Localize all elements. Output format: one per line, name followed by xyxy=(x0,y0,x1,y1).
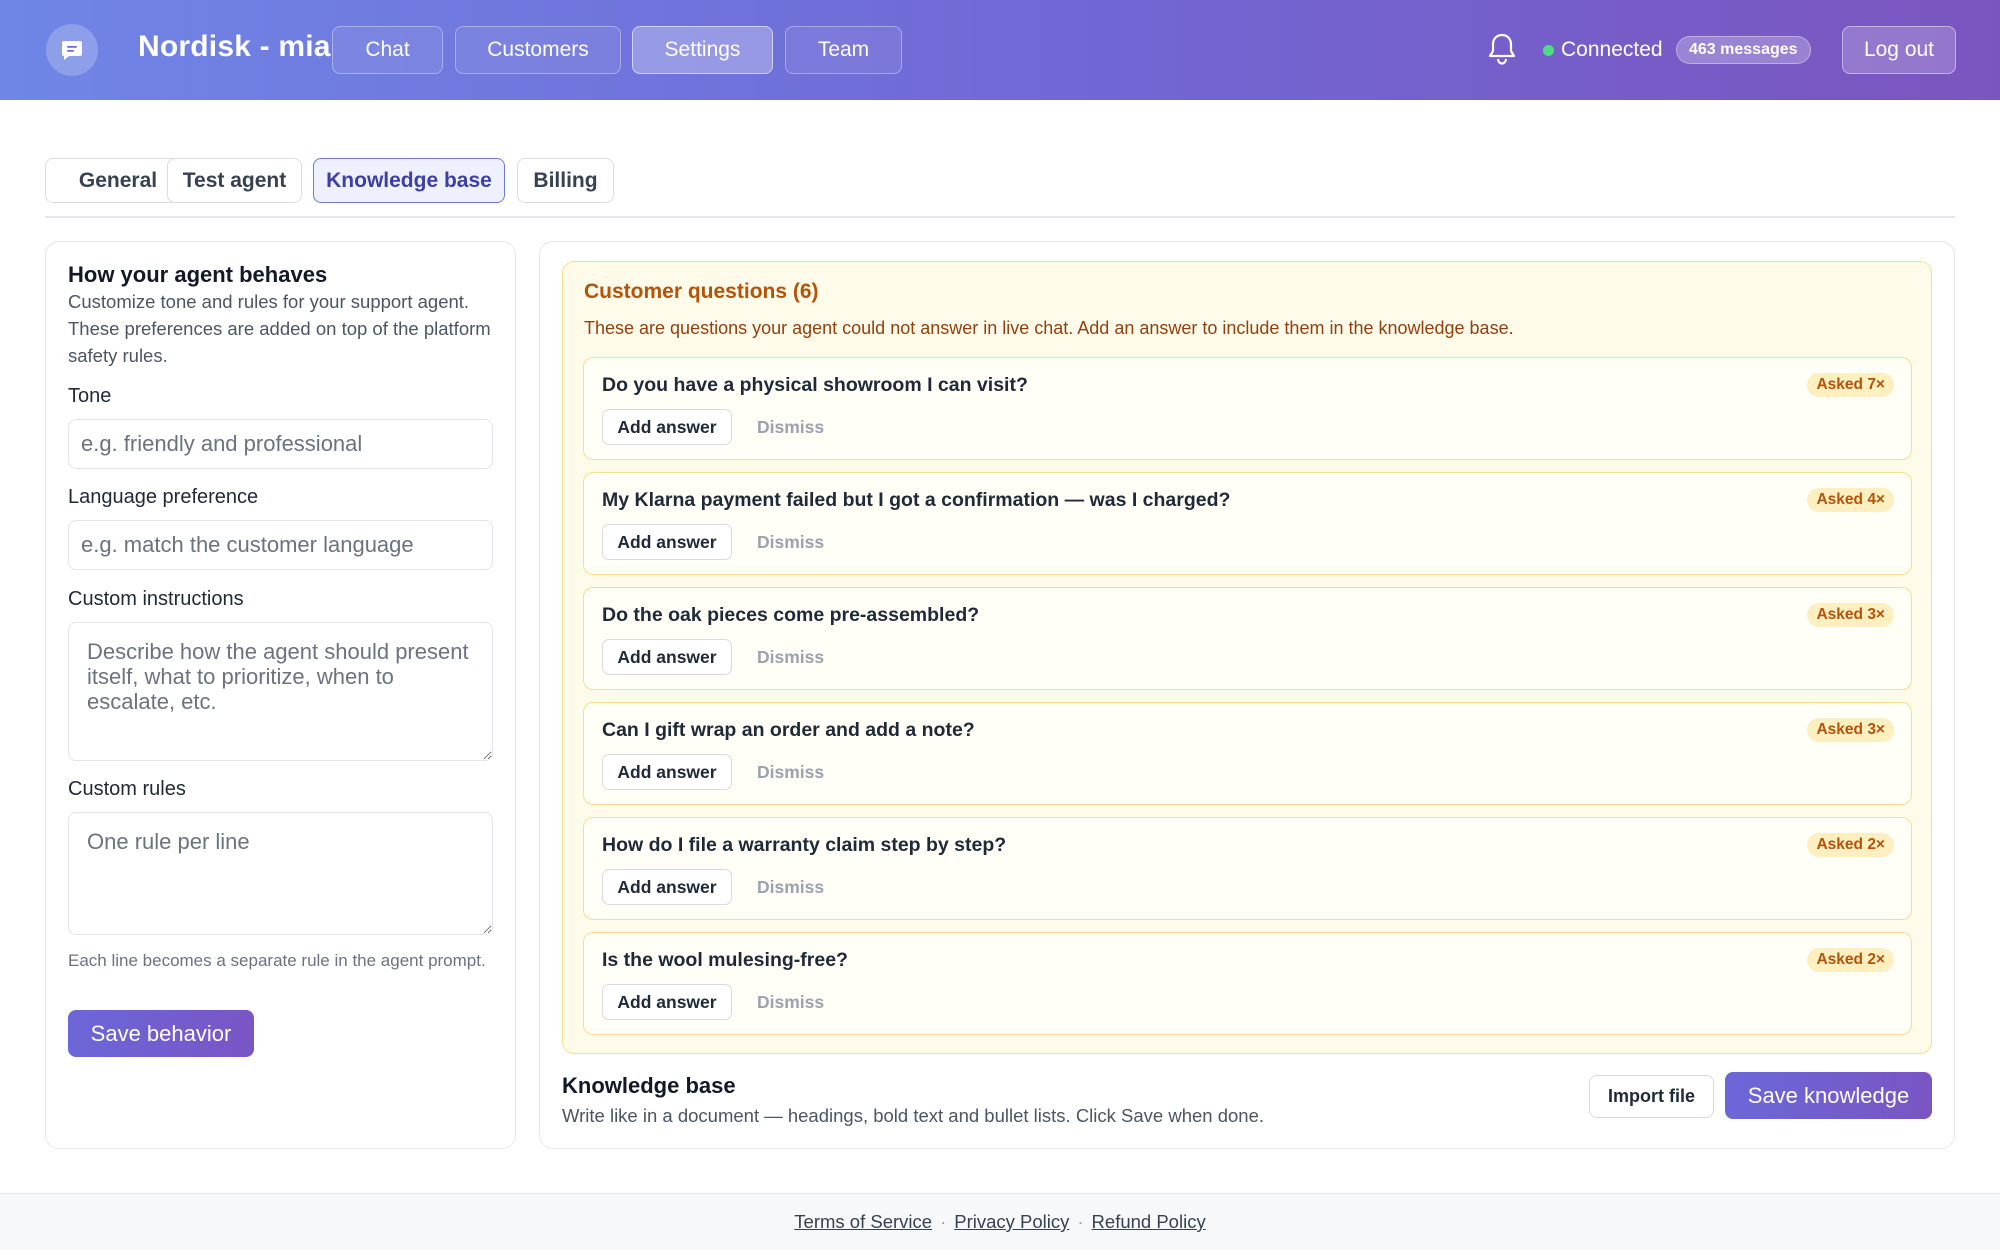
save-knowledge-button[interactable]: Save knowledge xyxy=(1725,1072,1932,1119)
add-answer-button[interactable]: Add answer xyxy=(602,409,732,445)
nav-team[interactable]: Team xyxy=(785,26,902,74)
rules-label: Custom rules xyxy=(68,778,186,800)
question-card: Do you have a physical showroom I can vi… xyxy=(583,357,1912,460)
language-input[interactable] xyxy=(68,520,493,570)
question-text: How do I file a warranty claim step by s… xyxy=(602,834,1007,856)
behavior-description: Customize tone and rules for your suppor… xyxy=(68,291,491,366)
footer-separator: · xyxy=(1077,1211,1084,1232)
dismiss-button[interactable]: Dismiss xyxy=(757,647,824,668)
tone-input[interactable] xyxy=(68,419,493,469)
message-count-badge: 463 messages xyxy=(1676,36,1811,64)
footer-separator: · xyxy=(940,1211,947,1232)
tabs-divider xyxy=(45,216,1955,218)
app-title: Nordisk - mia xyxy=(138,30,331,63)
dismiss-button[interactable]: Dismiss xyxy=(757,762,824,783)
add-answer-button[interactable]: Add answer xyxy=(602,869,732,905)
dismiss-button[interactable]: Dismiss xyxy=(757,877,824,898)
nav-settings[interactable]: Settings xyxy=(632,26,773,74)
add-answer-button[interactable]: Add answer xyxy=(602,524,732,560)
instructions-label: Custom instructions xyxy=(68,588,244,610)
asked-count-badge: Asked 4× xyxy=(1807,488,1894,512)
asked-count-badge: Asked 3× xyxy=(1807,718,1894,742)
nav-customers[interactable]: Customers xyxy=(455,26,621,74)
asked-count-badge: Asked 2× xyxy=(1807,833,1894,857)
logout-button[interactable]: Log out xyxy=(1842,26,1956,74)
tone-label: Tone xyxy=(68,385,112,407)
asked-count-badge: Asked 3× xyxy=(1807,603,1894,627)
knowledge-base-title: Knowledge base xyxy=(562,1073,736,1098)
dismiss-button[interactable]: Dismiss xyxy=(757,417,824,438)
save-behavior-button[interactable]: Save behavior xyxy=(68,1010,254,1057)
rules-textarea[interactable] xyxy=(68,812,493,935)
question-text: Do the oak pieces come pre-assembled? xyxy=(602,604,980,626)
connection-status: Connected xyxy=(1561,38,1663,61)
question-card: Can I gift wrap an order and add a note?… xyxy=(583,702,1912,805)
question-text: Do you have a physical showroom I can vi… xyxy=(602,374,1028,396)
bell-icon[interactable] xyxy=(1486,32,1518,68)
add-answer-button[interactable]: Add answer xyxy=(602,984,732,1020)
status-dot xyxy=(1543,45,1554,56)
footer: Terms of Service · Privacy Policy · Refu… xyxy=(0,1193,2000,1250)
questions-title: Customer questions (6) xyxy=(584,280,819,303)
language-label: Language preference xyxy=(68,486,259,508)
top-bar: Nordisk - mia Chat Customers Settings Te… xyxy=(0,0,2000,100)
questions-subtitle: These are questions your agent could not… xyxy=(584,318,1514,338)
add-answer-button[interactable]: Add answer xyxy=(602,754,732,790)
import-file-button[interactable]: Import file xyxy=(1589,1075,1714,1118)
instructions-textarea[interactable] xyxy=(68,622,493,761)
question-text: Is the wool mulesing-free? xyxy=(602,949,848,971)
behavior-title: How your agent behaves xyxy=(68,262,328,287)
asked-count-badge: Asked 2× xyxy=(1807,948,1894,972)
question-card: Is the wool mulesing-free? Asked 2× Add … xyxy=(583,932,1912,1035)
asked-count-badge: Asked 7× xyxy=(1807,373,1894,397)
privacy-link[interactable]: Privacy Policy xyxy=(954,1211,1069,1233)
question-card: Do the oak pieces come pre-assembled? As… xyxy=(583,587,1912,690)
knowledge-base-description: Write like in a document — headings, bol… xyxy=(562,1105,1265,1126)
tab-test-agent[interactable]: Test agent xyxy=(167,158,302,203)
question-text: My Klarna payment failed but I got a con… xyxy=(602,489,1231,511)
rules-hint: Each line becomes a separate rule in the… xyxy=(68,951,486,970)
add-answer-button[interactable]: Add answer xyxy=(602,639,732,675)
nav-chat[interactable]: Chat xyxy=(332,26,443,74)
dismiss-button[interactable]: Dismiss xyxy=(757,532,824,553)
chat-bubble-icon[interactable] xyxy=(46,24,98,76)
refund-link[interactable]: Refund Policy xyxy=(1092,1211,1206,1233)
tab-billing[interactable]: Billing xyxy=(517,158,614,203)
terms-link[interactable]: Terms of Service xyxy=(794,1211,932,1233)
question-card: How do I file a warranty claim step by s… xyxy=(583,817,1912,920)
question-card: My Klarna payment failed but I got a con… xyxy=(583,472,1912,575)
question-text: Can I gift wrap an order and add a note? xyxy=(602,719,975,741)
tab-knowledge-base[interactable]: Knowledge base xyxy=(313,158,505,203)
dismiss-button[interactable]: Dismiss xyxy=(757,992,824,1013)
